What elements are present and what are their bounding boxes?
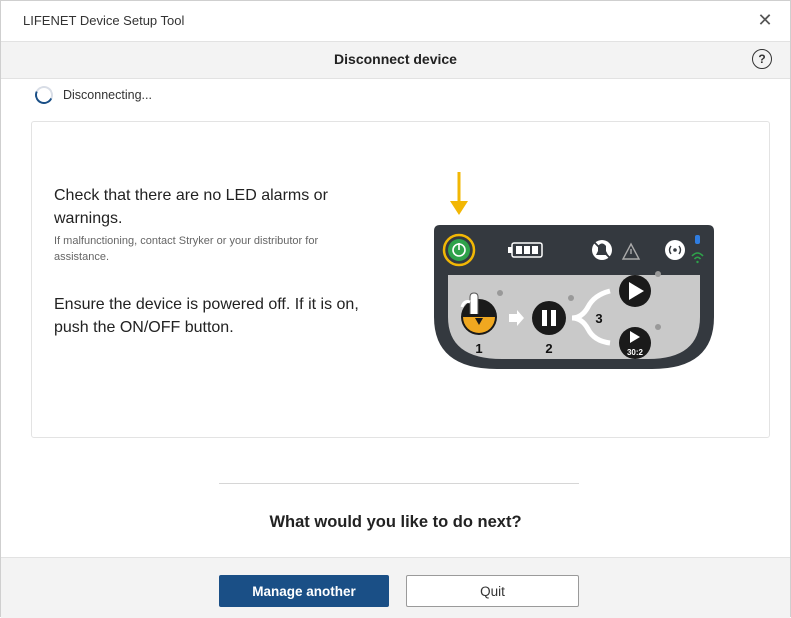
step-3-label: 3 — [595, 311, 602, 326]
quit-button[interactable]: Quit — [406, 575, 579, 607]
section-divider — [219, 483, 579, 484]
wireless-icon — [665, 240, 685, 260]
check-alarms-text: Check that there are no LED alarms or wa… — [54, 187, 328, 227]
page-header: Disconnect device ? — [1, 41, 790, 79]
step-2-label: 2 — [545, 341, 552, 356]
manage-another-button[interactable]: Manage another — [219, 575, 389, 607]
mode-30-2-label: 30:2 — [627, 348, 644, 357]
app-title: LIFENET Device Setup Tool — [23, 13, 185, 28]
page-title: Disconnect device — [334, 51, 457, 67]
app-window: LIFENET Device Setup Tool ✕ Disconnect d… — [0, 0, 791, 618]
arrow-down-icon — [450, 172, 468, 215]
status-row: Disconnecting... — [32, 83, 152, 107]
close-icon[interactable]: ✕ — [754, 9, 776, 31]
alarm-silenced-icon — [592, 240, 612, 260]
device-panel-illustration: 1 2 3 30:2 — [434, 172, 714, 369]
title-bar: LIFENET Device Setup Tool ✕ — [1, 1, 790, 41]
spinner-icon — [32, 83, 56, 107]
power-off-text: Ensure the device is powered off. If it … — [54, 296, 359, 336]
help-icon[interactable]: ? — [752, 49, 772, 69]
next-step-question: What would you like to do next? — [269, 513, 522, 531]
bluetooth-icon — [695, 235, 700, 244]
footer-bar: Manage another Quit — [1, 557, 790, 618]
power-icon — [442, 233, 476, 267]
malfunction-help-text: If malfunctioning, contact Stryker or yo… — [54, 235, 319, 263]
step-1-label: 1 — [475, 341, 482, 356]
status-text: Disconnecting... — [63, 88, 152, 102]
instruction-card: Check that there are no LED alarms or wa… — [31, 121, 770, 438]
